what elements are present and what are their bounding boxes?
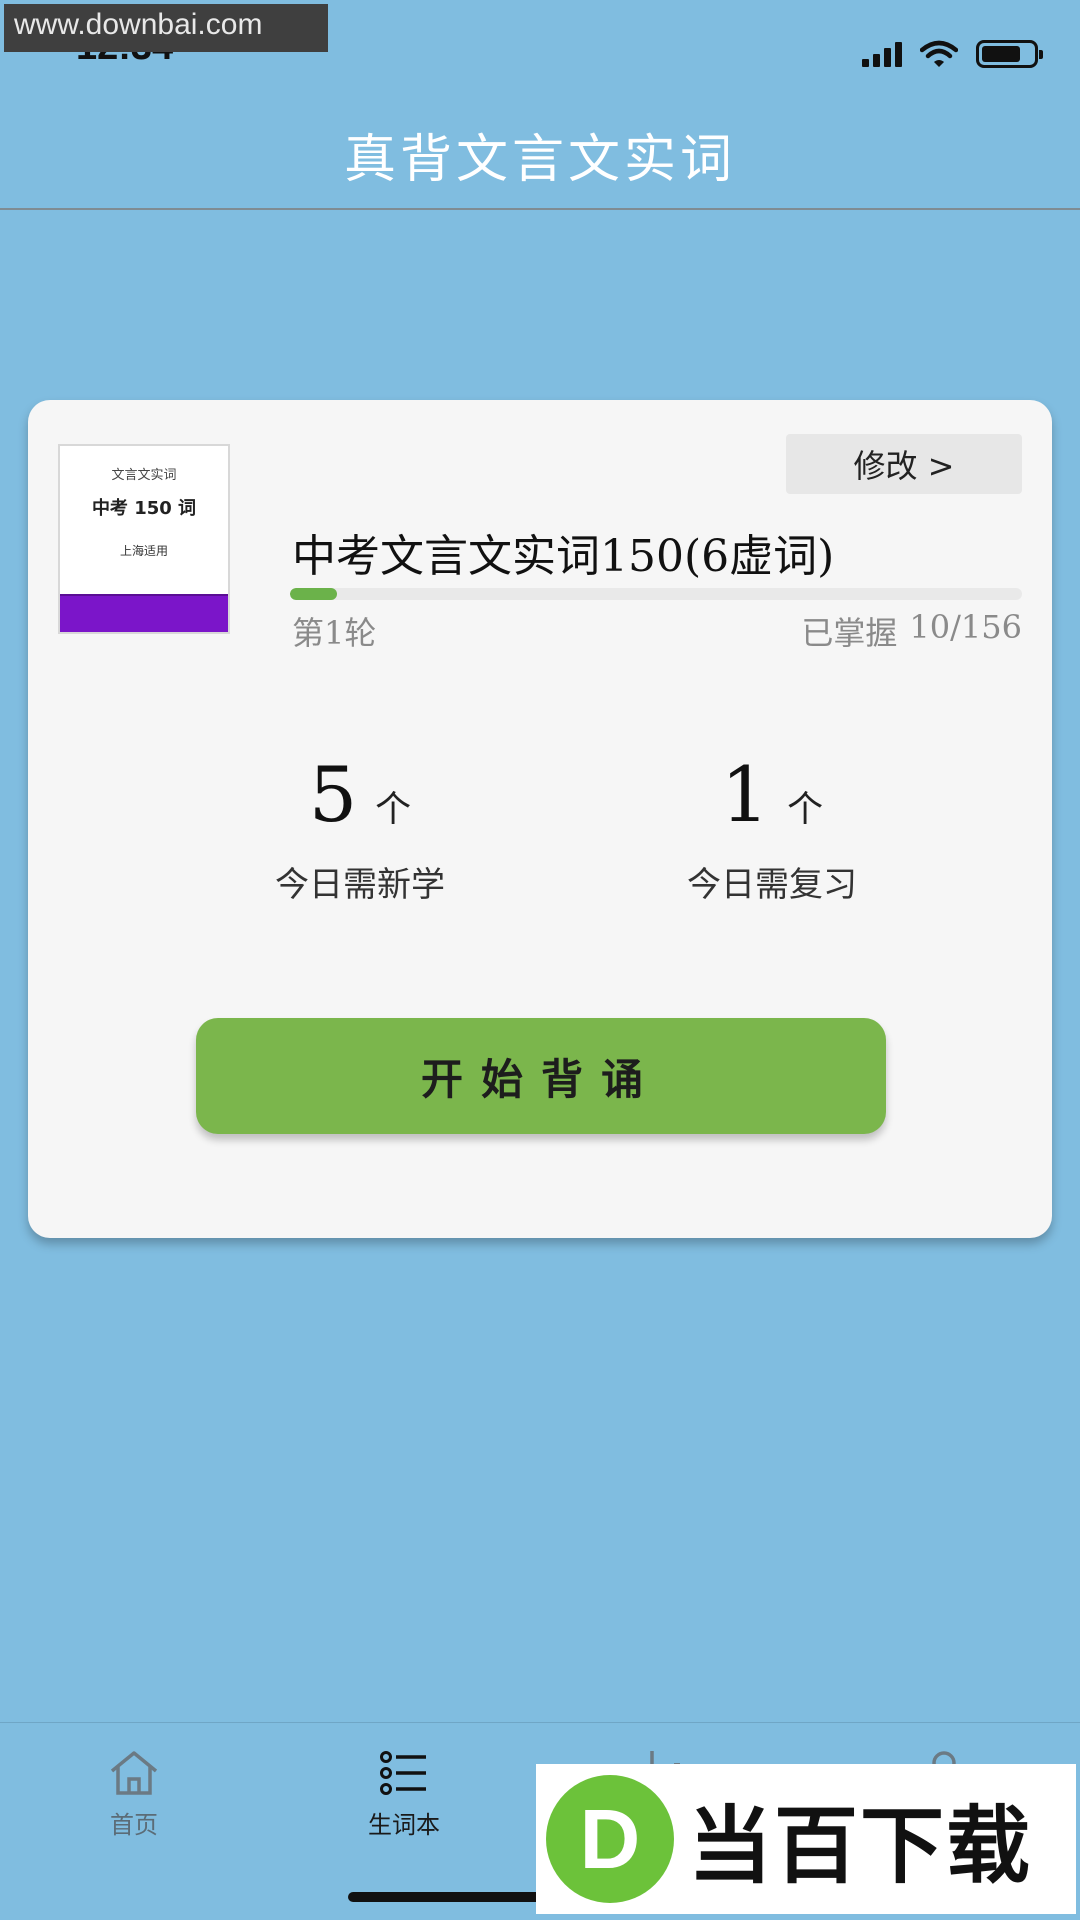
- progress-bar-fill: [290, 588, 337, 600]
- new-words-label: 今日需新学: [275, 865, 445, 905]
- edit-book-button[interactable]: 修改 >: [786, 434, 1022, 494]
- round-label: 第1轮: [292, 614, 377, 652]
- cover-title: 中考 150 词: [91, 498, 197, 519]
- cellular-signal-icon: [862, 41, 902, 67]
- review-words-unit: 个: [787, 789, 824, 830]
- wifi-icon: [920, 40, 958, 67]
- status-icons: [862, 40, 1043, 68]
- review-words-stat: 1 个 今日需复习: [652, 750, 892, 906]
- home-icon: [110, 1751, 158, 1795]
- tab-label: 生词本: [368, 1811, 440, 1839]
- brand-logo-letter: D: [579, 1791, 641, 1886]
- brand-watermark-text: 当百下载: [688, 1796, 1033, 1895]
- review-words-count: 1: [720, 750, 770, 839]
- cover-subtitle: 上海适用: [119, 544, 168, 558]
- new-words-unit: 个: [375, 789, 412, 830]
- study-plan-card: 文言文实词 中考 150 词 上海适用 修改 > 中考文言文实词150(6虚词)…: [28, 400, 1052, 1238]
- mastered-label: 已掌握: [801, 614, 898, 652]
- new-words-count: 5: [308, 750, 358, 839]
- battery-icon: [976, 40, 1043, 68]
- tab-home[interactable]: 首页: [54, 1745, 214, 1840]
- cover-color-band: [60, 594, 228, 632]
- new-words-stat: 5 个 今日需新学: [240, 750, 480, 906]
- app-header: 真背文言文实词: [0, 100, 1080, 210]
- site-watermark: www.downbai.com: [4, 4, 328, 52]
- review-words-label: 今日需复习: [687, 865, 857, 905]
- brand-watermark: D 当百下载: [536, 1764, 1076, 1914]
- mastered-value: 10/156: [909, 608, 1022, 646]
- progress-bar: [290, 588, 1022, 600]
- mastered-count: 已掌握 10/156: [801, 608, 1022, 654]
- page-title: 真背文言文实词: [343, 129, 736, 190]
- book-cover[interactable]: 文言文实词 中考 150 词 上海适用: [58, 444, 230, 634]
- start-recite-button[interactable]: 开始背诵: [196, 1018, 886, 1134]
- cover-series-label: 文言文实词: [111, 468, 177, 483]
- book-title: 中考文言文实词150(6虚词): [292, 531, 835, 582]
- list-icon: [380, 1751, 426, 1795]
- tab-vocabulary[interactable]: 生词本: [324, 1745, 484, 1840]
- brand-logo-icon: D: [546, 1775, 674, 1903]
- tab-label: 首页: [110, 1811, 158, 1839]
